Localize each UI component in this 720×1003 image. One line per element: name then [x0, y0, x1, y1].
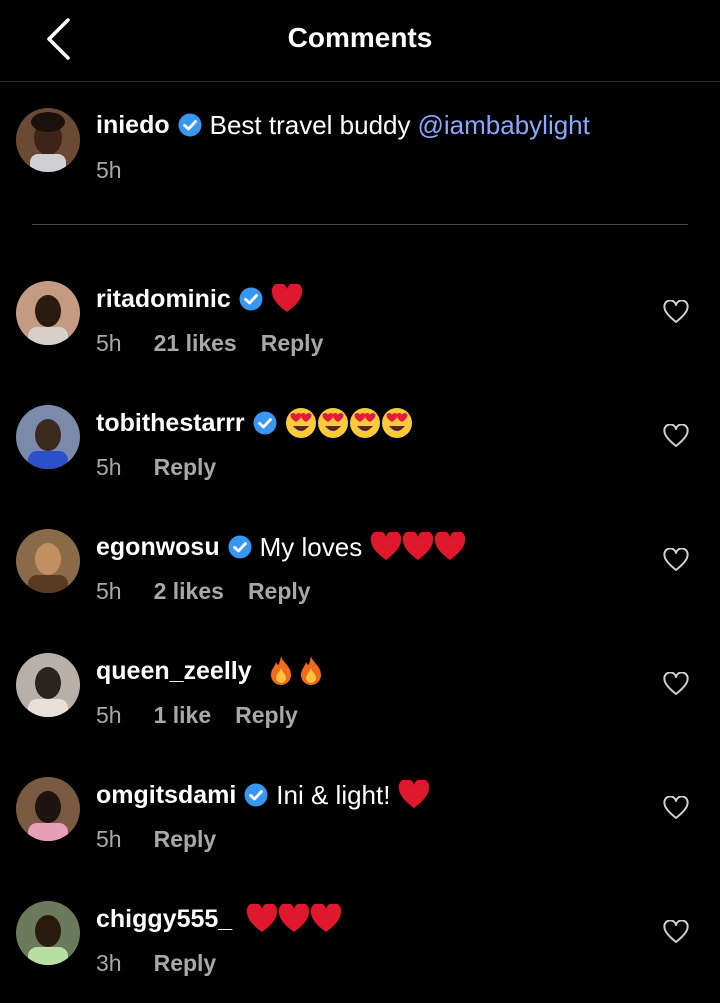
red-heart-emoji-icon — [246, 904, 278, 934]
reply-button[interactable]: Reply — [261, 330, 324, 357]
like-button[interactable] — [662, 794, 690, 822]
red-heart-emoji-icon — [370, 532, 402, 562]
timestamp: 5h — [96, 577, 122, 604]
avatar[interactable] — [16, 653, 80, 717]
timestamp: 3h — [96, 949, 122, 976]
comment-row: queen_zeelly 5h 1 like Reply — [0, 648, 720, 758]
comment-row: chiggy555_ 3h Reply — [0, 896, 720, 1003]
caption-text: Best travel buddy — [209, 109, 411, 140]
username[interactable]: ritadominic — [96, 285, 231, 314]
heart-eyes-emoji-icon — [381, 407, 413, 439]
avatar[interactable] — [16, 281, 80, 345]
like-button[interactable] — [662, 670, 690, 698]
heart-outline-icon — [663, 672, 689, 695]
red-heart-emoji-icon — [278, 904, 310, 934]
heart-eyes-emoji-icon — [349, 407, 381, 439]
reply-button[interactable]: Reply — [235, 702, 298, 729]
verified-badge-icon — [239, 287, 263, 311]
likes-count[interactable]: 21 likes — [154, 330, 237, 357]
comment-row: tobithestarrr 5h Reply — [0, 400, 720, 510]
red-heart-emoji-icon — [398, 780, 430, 810]
username[interactable]: queen_zeelly — [96, 657, 252, 686]
red-heart-emoji-icon — [434, 532, 466, 562]
comment-text: My loves — [259, 531, 363, 562]
reply-button[interactable]: Reply — [154, 454, 217, 481]
username[interactable]: omgitsdami — [96, 781, 236, 810]
timestamp: 5h — [96, 329, 122, 356]
heart-outline-icon — [663, 796, 689, 819]
timestamp: 5h — [96, 453, 122, 480]
heart-eyes-emoji-icon — [285, 407, 317, 439]
fire-emoji-icon — [296, 655, 326, 687]
comment-row: egonwosu My loves 5h 2 likes Reply — [0, 524, 720, 634]
username[interactable]: iniedo — [96, 111, 170, 140]
verified-badge-icon — [244, 783, 268, 807]
like-button[interactable] — [662, 298, 690, 326]
red-heart-emoji-icon — [310, 904, 342, 934]
username[interactable]: tobithestarrr — [96, 409, 245, 438]
like-button[interactable] — [662, 422, 690, 450]
comment-row: ritadominic 5h 21 likes Reply — [0, 276, 720, 386]
comment-row: omgitsdami Ini & light! 5h Reply — [0, 772, 720, 882]
timestamp: 5h — [96, 701, 122, 728]
avatar[interactable] — [16, 108, 80, 172]
username[interactable]: chiggy555_ — [96, 905, 232, 934]
mention-link[interactable]: @iambabylight — [418, 110, 590, 141]
heart-outline-icon — [663, 300, 689, 323]
heart-eyes-emoji-icon — [317, 407, 349, 439]
like-button[interactable] — [662, 546, 690, 574]
likes-count[interactable]: 2 likes — [154, 578, 224, 605]
page-title: Comments — [287, 22, 433, 53]
red-heart-emoji-icon — [271, 284, 303, 314]
timestamp: 5h — [96, 156, 122, 183]
avatar[interactable] — [16, 777, 80, 841]
username[interactable]: egonwosu — [96, 533, 220, 562]
like-button[interactable] — [662, 918, 690, 946]
avatar[interactable] — [16, 529, 80, 593]
fire-emoji-icon — [266, 655, 296, 687]
red-heart-emoji-icon — [402, 532, 434, 562]
verified-badge-icon — [228, 535, 252, 559]
reply-button[interactable]: Reply — [154, 826, 217, 853]
comment-text: Ini & light! — [276, 779, 391, 810]
likes-count[interactable]: 1 like — [154, 702, 212, 729]
reply-button[interactable]: Reply — [154, 950, 217, 977]
heart-outline-icon — [663, 548, 689, 571]
avatar[interactable] — [16, 405, 80, 469]
verified-badge-icon — [253, 411, 277, 435]
post-caption: iniedo Best travel buddy @iambabylight 5… — [0, 100, 720, 225]
heart-outline-icon — [663, 424, 689, 447]
divider — [32, 224, 688, 225]
reply-button[interactable]: Reply — [248, 578, 311, 605]
timestamp: 5h — [96, 825, 122, 852]
avatar[interactable] — [16, 901, 80, 965]
verified-badge-icon — [178, 113, 202, 137]
header-bar: Comments — [0, 0, 720, 82]
heart-outline-icon — [663, 920, 689, 943]
